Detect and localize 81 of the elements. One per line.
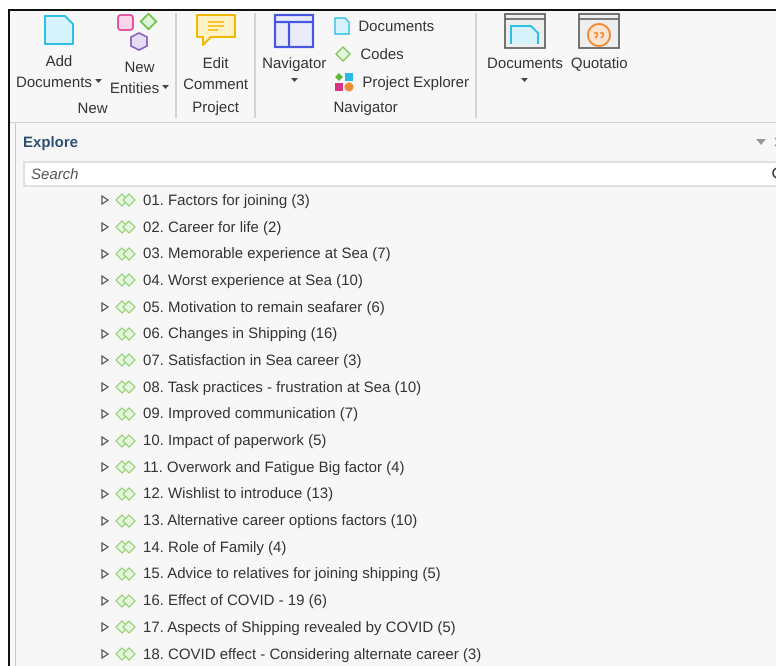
search-field[interactable]: Search <box>23 161 776 187</box>
tree-item-label[interactable]: 16. Effect of COVID - 19 (6) <box>143 592 327 610</box>
expand-arrow-icon[interactable] <box>101 248 109 259</box>
expand-arrow-icon[interactable] <box>101 436 109 446</box>
tree-item-label[interactable]: 10. Impact of paperwork (5) <box>143 432 326 450</box>
tree-item-label[interactable]: 09. Improved communication (7) <box>143 405 358 422</box>
expand-arrow-icon[interactable] <box>101 222 109 232</box>
shapes-icon <box>334 72 354 92</box>
code-icon <box>115 566 137 581</box>
code-icon <box>115 540 137 554</box>
code-icon <box>115 273 137 288</box>
navigator-button[interactable]: Navigator <box>260 13 328 90</box>
document-icon <box>42 13 76 47</box>
expand-arrow-icon[interactable] <box>101 408 109 419</box>
layout-icon <box>273 13 316 49</box>
group-label: Project <box>192 98 239 118</box>
dropdown-caret-icon <box>290 78 298 82</box>
tree-item-label[interactable]: 07. Satisfaction in Sea career (3) <box>143 352 362 369</box>
code-icon <box>115 326 137 341</box>
code-icon <box>115 434 137 448</box>
documents-view-button[interactable]: Documents <box>485 13 565 90</box>
dropdown-caret-icon <box>162 84 170 88</box>
navigator-item[interactable]: Project Explorer <box>332 69 472 95</box>
code-icon <box>115 514 137 528</box>
add-documents-button[interactable]: Add Documents <box>14 13 104 93</box>
tree-item-label[interactable]: 17. Aspects of Shipping revealed by COVID (5) <box>143 618 456 636</box>
tree-item-label[interactable]: 05. Motivation to remain seafarer (6) <box>143 298 385 316</box>
comment-button[interactable]: Edit Comment <box>181 13 250 95</box>
tree-item-label[interactable]: 11. Overwork and Fatigue Big factor (4) <box>143 458 405 476</box>
expand-arrow-icon[interactable] <box>101 488 109 499</box>
code-icon <box>115 220 137 234</box>
tree-item-label[interactable]: 14. Role of Family (4) <box>143 538 286 556</box>
expand-arrow-icon[interactable] <box>101 355 109 366</box>
document-icon <box>334 17 350 35</box>
expand-arrow-icon[interactable] <box>101 622 109 632</box>
code-icon <box>115 620 137 634</box>
dropdown-caret-icon <box>94 78 102 82</box>
panel-title: Explore <box>23 134 78 150</box>
dropdown-caret-icon[interactable] <box>756 139 766 145</box>
group-label: Navigator <box>333 98 398 118</box>
navigator-item[interactable]: Codes <box>332 41 472 67</box>
tree-item-label[interactable]: 08. Task practices - frustration at Sea (10) <box>143 378 422 396</box>
code-icon <box>115 594 137 608</box>
code-icon <box>334 45 352 63</box>
code-icon <box>115 246 137 261</box>
tree-item-label[interactable]: 02. Career for life (2) <box>143 218 282 236</box>
tree-item-label[interactable]: 18. COVID effect - Considering alternate career (3) <box>143 646 482 663</box>
code-icon <box>115 300 137 314</box>
quotation-view-button[interactable]: Quotatio <box>568 13 630 74</box>
expand-arrow-icon[interactable] <box>101 195 109 206</box>
navigator-item[interactable]: Documents <box>332 13 472 39</box>
tree-item-label[interactable]: 12. Wishlist to introduce (13) <box>143 485 334 502</box>
expand-arrow-icon[interactable] <box>101 649 109 660</box>
expand-arrow-icon[interactable] <box>101 516 109 526</box>
code-icon <box>115 460 137 474</box>
comment-icon <box>194 13 237 49</box>
code-icon <box>115 406 137 421</box>
code-icon <box>115 193 137 208</box>
expand-arrow-icon[interactable] <box>101 596 109 606</box>
code-icon <box>115 353 137 368</box>
tree-item-label[interactable]: 13. Alternative career options factors (10) <box>143 512 418 530</box>
expand-arrow-icon[interactable] <box>101 275 109 286</box>
code-icon <box>115 486 137 501</box>
expand-arrow-icon[interactable] <box>101 462 109 472</box>
tree-item-label[interactable]: 15. Advice to relatives for joining shipping (5) <box>143 565 441 582</box>
expand-arrow-icon[interactable] <box>101 568 109 579</box>
document-window-icon <box>504 13 546 49</box>
tree-item-label[interactable]: 03. Memorable experience at Sea (7) <box>143 245 391 262</box>
expand-arrow-icon[interactable] <box>101 382 109 392</box>
code-icon <box>115 647 137 662</box>
expand-arrow-icon[interactable] <box>101 328 109 339</box>
new-entities-button[interactable]: New Entities <box>108 13 172 99</box>
code-icon <box>115 380 137 394</box>
tree-item-label[interactable]: 04. Worst experience at Sea (10) <box>143 272 363 289</box>
group-label: New <box>78 99 108 119</box>
dropdown-caret-icon <box>521 78 528 82</box>
expand-arrow-icon[interactable] <box>101 302 109 312</box>
tree-item-label[interactable]: 06. Changes in Shipping (16) <box>143 325 338 342</box>
expand-arrow-icon[interactable] <box>101 542 109 552</box>
quotation-window-icon <box>578 13 620 49</box>
tree-item-label[interactable]: 01. Factors for joining (3) <box>143 192 310 209</box>
